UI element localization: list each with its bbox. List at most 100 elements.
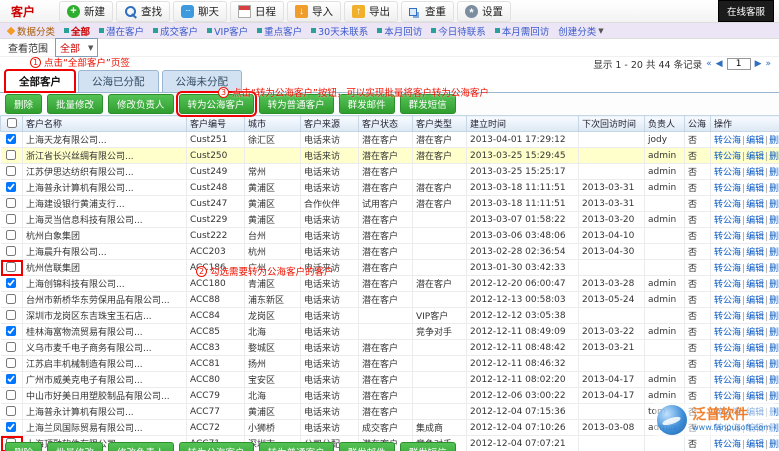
customer-name-link[interactable]: 上海创锦科技有限公司... [23,276,187,292]
prev-page-button[interactable]: ◀ [716,60,723,69]
op-to-public-link[interactable]: 转公海 [714,136,741,146]
action-button[interactable]: 群发邮件 [339,442,395,451]
op-delete-link[interactable]: 删除 [769,184,779,194]
op-delete-link[interactable]: 删除 [769,296,779,306]
new-button[interactable]: 新建 [59,1,113,22]
find-button[interactable]: 查找 [116,1,170,22]
action-button[interactable]: 批量修改 [47,94,103,114]
op-delete-link[interactable]: 删除 [769,136,779,146]
row-checkbox-cell[interactable] [1,180,23,196]
action-button[interactable]: 修改负责人 [108,442,174,451]
row-checkbox-cell[interactable] [1,356,23,372]
customer-name-link[interactable]: 上海天龙有限公司... [23,132,187,148]
row-checkbox[interactable] [6,214,16,224]
row-checkbox[interactable] [6,198,16,208]
op-delete-link[interactable]: 删除 [769,376,779,386]
settings-button[interactable]: 设置 [457,1,511,22]
customer-name-link[interactable]: 杭州信联集团 [23,260,187,276]
row-checkbox[interactable] [6,166,16,176]
row-checkbox[interactable] [6,134,16,144]
customer-name-link[interactable]: 上海兰凤国际贸易有限公司... [23,420,187,436]
op-to-public-link[interactable]: 转公海 [714,264,741,274]
op-delete-link[interactable]: 删除 [769,392,779,402]
row-checkbox-cell[interactable] [1,324,23,340]
first-page-button[interactable]: « [706,60,712,69]
filter-link[interactable]: 重点客户 [257,24,302,38]
op-to-public-link[interactable]: 转公海 [714,168,741,178]
row-checkbox-cell[interactable] [1,196,23,212]
op-edit-link[interactable]: 编辑 [746,376,764,386]
row-checkbox-cell[interactable] [1,404,23,420]
filter-link[interactable]: 全部 [64,24,90,38]
filter-link[interactable]: 成交客户 [153,24,198,38]
customer-name-link[interactable]: 深圳市龙岗区东吉珠宝玉石店... [23,308,187,324]
customer-name-link[interactable]: 上海灵当信息科技有限公司... [23,212,187,228]
customer-name-link[interactable]: 上海晨升有限公司... [23,244,187,260]
customer-name-link[interactable]: 上海普永计算机有限公司... [23,404,187,420]
row-checkbox[interactable] [6,310,16,320]
op-edit-link[interactable]: 编辑 [746,392,764,402]
calendar-button[interactable]: 日程 [230,1,284,22]
row-checkbox-cell[interactable] [1,372,23,388]
op-to-public-link[interactable]: 转公海 [714,248,741,258]
select-all-cell[interactable] [1,116,23,132]
dupcheck-button[interactable]: 查重 [401,1,454,22]
customer-name-link[interactable]: 杭州白象集团 [23,228,187,244]
action-button[interactable]: 转为公海客户 [179,442,254,451]
customer-name-link[interactable]: 广州市威美克电子有限公司... [23,372,187,388]
op-delete-link[interactable]: 删除 [769,344,779,354]
row-checkbox[interactable] [6,278,16,288]
action-button[interactable]: 转为普通客户 [259,442,334,451]
op-to-public-link[interactable]: 转公海 [714,360,741,370]
op-edit-link[interactable]: 编辑 [746,328,764,338]
page-input[interactable] [727,58,751,70]
chat-button[interactable]: 聊天 [173,1,227,22]
op-to-public-link[interactable]: 转公海 [714,232,741,242]
customer-name-link[interactable]: 江苏伊思达纺织有限公司... [23,164,187,180]
row-checkbox-cell[interactable] [1,260,23,276]
next-page-button[interactable]: ▶ [755,60,762,69]
action-button[interactable]: 删除 [5,94,42,114]
action-button[interactable]: 群发短信 [400,442,456,451]
filter-link[interactable]: 今日待联系 [431,24,486,38]
last-page-button[interactable]: » [765,60,771,69]
op-to-public-link[interactable]: 转公海 [714,184,741,194]
customer-name-link[interactable]: 上海普永计算机有限公司... [23,180,187,196]
row-checkbox[interactable] [6,406,16,416]
row-checkbox[interactable] [6,326,16,336]
op-edit-link[interactable]: 编辑 [746,312,764,322]
row-checkbox-cell[interactable] [1,212,23,228]
op-to-public-link[interactable]: 转公海 [714,280,741,290]
tab[interactable]: 公海已分配 [78,70,159,92]
row-checkbox-cell[interactable] [1,292,23,308]
op-to-public-link[interactable]: 转公海 [714,216,741,226]
filter-link[interactable]: VIP客户 [207,24,248,38]
row-checkbox[interactable] [6,374,16,384]
row-checkbox[interactable] [6,230,16,240]
filter-link[interactable]: 潜在客户 [99,24,144,38]
op-delete-link[interactable]: 删除 [769,328,779,338]
op-delete-link[interactable]: 删除 [769,168,779,178]
filter-link[interactable]: 本月需回访 [495,24,550,38]
op-edit-link[interactable]: 编辑 [746,248,764,258]
op-delete-link[interactable]: 删除 [769,280,779,290]
op-edit-link[interactable]: 编辑 [746,360,764,370]
op-delete-link[interactable]: 删除 [769,200,779,210]
op-edit-link[interactable]: 编辑 [746,296,764,306]
row-checkbox-cell[interactable] [1,148,23,164]
op-to-public-link[interactable]: 转公海 [714,312,741,322]
row-checkbox-cell[interactable] [1,388,23,404]
op-edit-link[interactable]: 编辑 [746,344,764,354]
op-delete-link[interactable]: 删除 [769,152,779,162]
op-to-public-link[interactable]: 转公海 [714,376,741,386]
op-to-public-link[interactable]: 转公海 [714,152,741,162]
op-edit-link[interactable]: 编辑 [746,232,764,242]
op-to-public-link[interactable]: 转公海 [714,296,741,306]
op-to-public-link[interactable]: 转公海 [714,328,741,338]
row-checkbox-cell[interactable] [1,244,23,260]
tab[interactable]: 全部客户 [5,70,75,92]
op-edit-link[interactable]: 编辑 [746,200,764,210]
op-to-public-link[interactable]: 转公海 [714,344,741,354]
op-edit-link[interactable]: 编辑 [746,280,764,290]
row-checkbox-cell[interactable] [1,420,23,436]
